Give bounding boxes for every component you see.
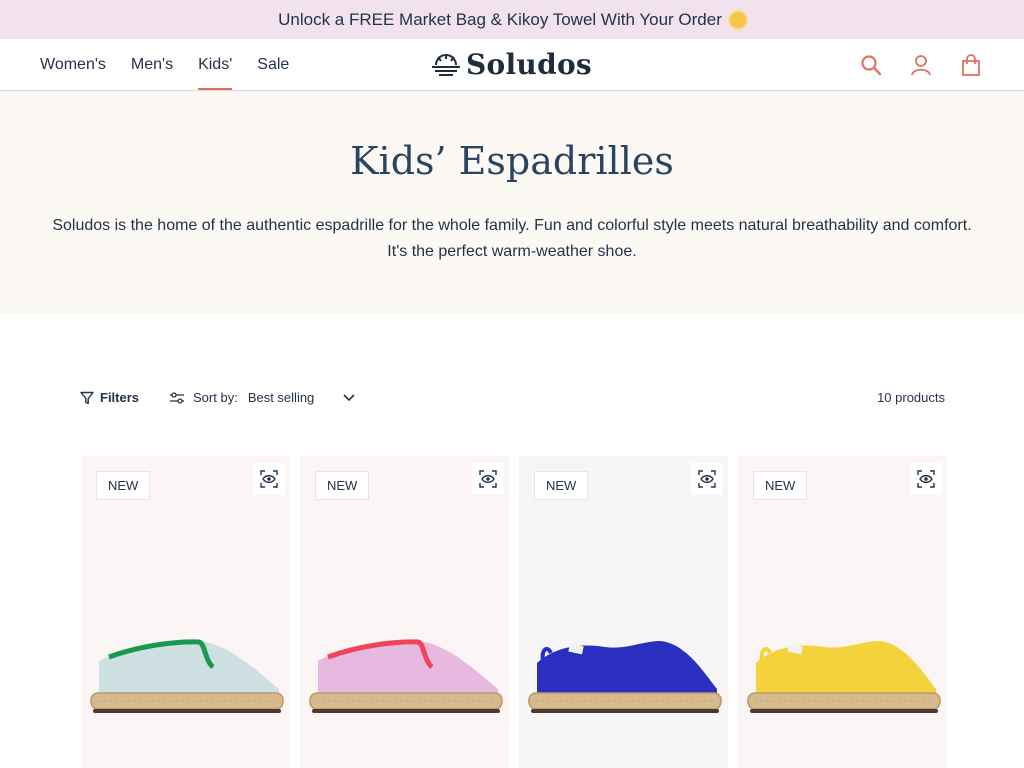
product-image — [528, 641, 722, 713]
product-image — [90, 639, 284, 713]
new-badge: NEW — [534, 471, 589, 500]
product-count: 10 products — [877, 390, 945, 405]
header-actions — [858, 52, 984, 78]
cart-icon[interactable] — [958, 52, 984, 78]
sort-dropdown[interactable]: Sort by: Best selling — [169, 390, 356, 405]
product-image — [309, 639, 503, 713]
quick-view-icon[interactable] — [910, 463, 942, 495]
product-image — [747, 641, 941, 713]
product-card[interactable]: NEW — [519, 456, 728, 768]
quick-view-icon[interactable] — [691, 463, 723, 495]
sliders-icon — [170, 391, 185, 404]
account-icon[interactable] — [908, 52, 934, 78]
nav-item-sale[interactable]: Sale — [257, 39, 289, 90]
nav-item-mens[interactable]: Men's — [131, 39, 173, 90]
collection-toolbar: Filters Sort by: Best selling 10 product… — [80, 390, 945, 405]
quick-view-icon[interactable] — [472, 463, 504, 495]
new-badge: NEW — [753, 471, 808, 500]
filter-icon — [80, 391, 94, 404]
product-card[interactable]: NEW — [738, 456, 947, 768]
search-icon[interactable] — [858, 52, 884, 78]
sun-logo-icon — [431, 53, 460, 76]
sun-icon — [729, 11, 746, 28]
collection-hero: Kids’ Espadrilles Soludos is the home of… — [0, 91, 1024, 314]
main-nav: Women's Men's Kids' Sale — [40, 39, 289, 90]
filters-button[interactable]: Filters — [80, 390, 139, 405]
sort-label: Sort by: — [193, 390, 238, 405]
page-title: Kids’ Espadrilles — [350, 139, 674, 183]
brand-logo[interactable]: Soludos — [431, 48, 593, 81]
product-grid: NEW NEW NEW NEW — [81, 456, 947, 768]
announcement-text: Unlock a FREE Market Bag & Kikoy Towel W… — [278, 9, 722, 29]
product-card[interactable]: NEW — [81, 456, 290, 768]
nav-item-womens[interactable]: Women's — [40, 39, 106, 90]
filters-label: Filters — [100, 390, 140, 405]
sort-value: Best selling — [247, 390, 315, 405]
collection-description: Soludos is the home of the authentic esp… — [52, 217, 972, 260]
quick-view-icon[interactable] — [253, 463, 285, 495]
new-badge: NEW — [96, 471, 151, 500]
announcement-bar: Unlock a FREE Market Bag & Kikoy Towel W… — [0, 0, 1024, 39]
brand-name: Soludos — [465, 48, 593, 81]
product-card[interactable]: NEW — [300, 456, 509, 768]
nav-item-kids[interactable]: Kids' — [198, 39, 233, 90]
new-badge: NEW — [315, 471, 370, 500]
chevron-down-icon — [342, 393, 356, 403]
site-header: Women's Men's Kids' Sale Soludos — [0, 39, 1024, 91]
